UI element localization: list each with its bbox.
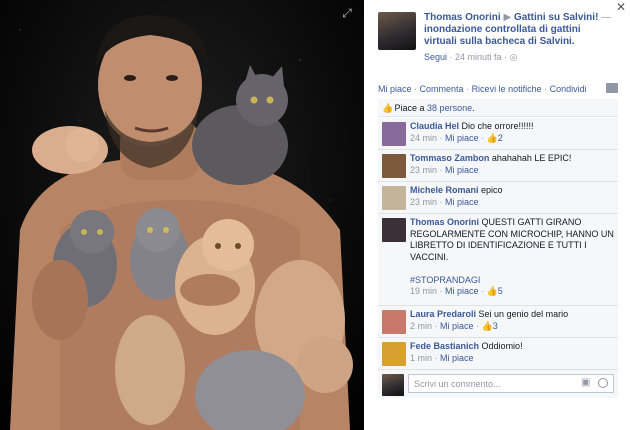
- expand-icon[interactable]: ⤢: [340, 6, 354, 20]
- comment-text: Sei un genio del mario: [478, 309, 569, 319]
- thumb-up-icon: 👍: [486, 286, 498, 296]
- comment-like-link[interactable]: Mi piace: [440, 321, 474, 331]
- current-user-avatar: [382, 374, 404, 396]
- comment-like-link[interactable]: Mi piace: [445, 165, 479, 175]
- comment-composer: ▣: [378, 370, 618, 398]
- commenter-name[interactable]: Thomas Onorini: [410, 217, 479, 227]
- commenter-avatar[interactable]: [382, 218, 406, 242]
- post-photo[interactable]: ⤢: [0, 0, 364, 430]
- comment-item: Tommaso Zambon ahahahah LE EPIC! 23 min …: [378, 150, 618, 182]
- comment-time[interactable]: 23 min: [410, 165, 437, 175]
- comment-item: Thomas Onorini QUESTI GATTI GIRANO REGOL…: [378, 214, 618, 306]
- comment-like-link[interactable]: Mi piace: [445, 286, 479, 296]
- author-avatar[interactable]: [378, 12, 416, 50]
- comment-body: Fede Bastianich Oddiomio! 1 min · Mi pia…: [410, 341, 614, 364]
- comment-like-link[interactable]: Mi piace: [445, 133, 479, 143]
- comment-text: Oddiomio!: [481, 341, 523, 351]
- comment-body: Michele Romani epico 23 min · Mi piace: [410, 185, 614, 208]
- comment-like-count[interactable]: 2: [498, 133, 503, 143]
- comment-time[interactable]: 2 min: [410, 321, 432, 331]
- chat-icon[interactable]: [606, 83, 618, 93]
- photo-sidebar: ✕ Thomas Onorini ▶ Gattini su Salvini! —…: [364, 0, 630, 430]
- post-text: Thomas Onorini ▶ Gattini su Salvini! — i…: [424, 12, 616, 48]
- comment-meta: 1 min · Mi piace: [410, 352, 474, 363]
- comment-text: Dio che orrore!!!!!!: [461, 121, 534, 131]
- thumb-up-icon: 👍: [486, 132, 498, 143]
- comment-meta: 23 min · Mi piace: [410, 196, 479, 207]
- commenter-avatar[interactable]: [382, 342, 406, 366]
- comment-time[interactable]: 19 min: [410, 286, 437, 296]
- author-name[interactable]: Thomas Onorini: [424, 12, 501, 23]
- comment-meta: 23 min · Mi piace: [410, 164, 479, 175]
- likes-summary: 👍 Piace a 38 persone.: [378, 99, 618, 117]
- comment-like-link[interactable]: Mi piace: [445, 197, 479, 207]
- thumb-up-icon: 👍: [382, 103, 394, 113]
- comment-body: Thomas Onorini QUESTI GATTI GIRANO REGOL…: [410, 217, 614, 298]
- commenter-name[interactable]: Claudia Hel: [410, 121, 459, 131]
- commenter-avatar[interactable]: [382, 186, 406, 210]
- commenter-name[interactable]: Fede Bastianich: [410, 341, 479, 351]
- comment-action[interactable]: Commenta: [420, 84, 464, 94]
- comment-body: Laura Predaroli Sei un genio del mario 2…: [410, 309, 614, 332]
- globe-icon: ◎: [509, 52, 518, 62]
- comment-body: Tommaso Zambon ahahahah LE EPIC! 23 min …: [410, 153, 614, 176]
- likes-suffix: .: [472, 103, 475, 113]
- comment-meta: 24 min · Mi piace · 👍2: [410, 132, 503, 143]
- notify-action[interactable]: Ricevi le notifiche: [472, 84, 542, 94]
- post-meta: Segui · 24 minuti fa · ◎: [424, 52, 518, 62]
- comment-like-link[interactable]: Mi piace: [440, 353, 474, 363]
- event-name[interactable]: Gattini su Salvini!: [514, 12, 598, 23]
- separator: —: [598, 12, 612, 23]
- hashtag-link[interactable]: #STOPRANDAGI: [410, 275, 480, 285]
- comment-item: Claudia Hel Dio che orrore!!!!!! 24 min …: [378, 118, 618, 150]
- commenter-name[interactable]: Laura Predaroli: [410, 309, 476, 319]
- post-time[interactable]: 24 minuti fa: [455, 52, 502, 62]
- comment-body: Claudia Hel Dio che orrore!!!!!! 24 min …: [410, 121, 614, 144]
- likes-count[interactable]: 38 persone: [427, 103, 472, 113]
- commenter-avatar[interactable]: [382, 122, 406, 146]
- comment-meta: 2 min · Mi piace · 👍3: [410, 320, 498, 331]
- follow-link[interactable]: Segui: [424, 52, 447, 62]
- close-icon[interactable]: ✕: [616, 0, 626, 14]
- like-action[interactable]: Mi piace: [378, 84, 412, 94]
- comment-time[interactable]: 24 min: [410, 133, 437, 143]
- comment-like-count[interactable]: 5: [498, 286, 503, 296]
- share-action[interactable]: Condividi: [550, 84, 587, 94]
- comment-time[interactable]: 23 min: [410, 197, 437, 207]
- commenter-name[interactable]: Michele Romani: [410, 185, 479, 195]
- likes-prefix: Piace a: [394, 103, 428, 113]
- thumb-up-icon: 👍: [481, 320, 493, 331]
- comment-text: ahahahah LE EPIC!: [491, 153, 572, 163]
- comment-meta: 19 min · Mi piace · 👍5: [410, 286, 503, 296]
- post-actions: Mi piace · Commenta · Ricevi le notifich…: [378, 83, 618, 94]
- emoji-icon[interactable]: [598, 378, 608, 388]
- arrow-icon: ▶: [503, 12, 512, 23]
- comment-item: Laura Predaroli Sei un genio del mario 2…: [378, 306, 618, 338]
- photo-illustration: [10, 15, 353, 430]
- comment-item: Fede Bastianich Oddiomio! 1 min · Mi pia…: [378, 338, 618, 370]
- comment-time[interactable]: 1 min: [410, 353, 432, 363]
- post-description: inondazione controllata di gattini virtu…: [424, 24, 581, 47]
- comment-text: epico: [481, 185, 503, 195]
- comment-like-count[interactable]: 3: [493, 321, 498, 331]
- camera-icon[interactable]: ▣: [581, 378, 593, 388]
- comment-item: Michele Romani epico 23 min · Mi piace: [378, 182, 618, 214]
- commenter-avatar[interactable]: [382, 310, 406, 334]
- commenter-name[interactable]: Tommaso Zambon: [410, 153, 489, 163]
- commenter-avatar[interactable]: [382, 154, 406, 178]
